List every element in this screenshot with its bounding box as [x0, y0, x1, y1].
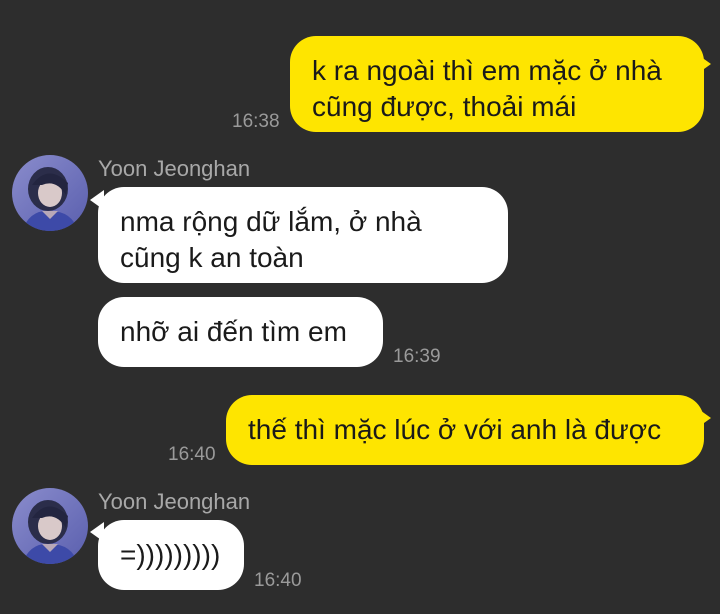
message-text-line: =)))))))))	[120, 539, 221, 570]
incoming-message-bubble[interactable]: nhỡ ai đến tìm em	[98, 297, 383, 367]
message-timestamp: 16:40	[254, 570, 302, 591]
avatar[interactable]	[12, 488, 88, 564]
bubble-tail	[697, 408, 711, 428]
sender-name: Yoon Jeonghan	[98, 156, 251, 181]
incoming-message-bubble[interactable]: =)))))))))	[98, 520, 244, 590]
outgoing-message-bubble[interactable]: thế thì mặc lúc ở với anh là được	[226, 395, 704, 465]
profile-photo-avatar-icon	[12, 488, 88, 564]
message-text-line: nma rộng dữ lắm, ở nhà	[120, 206, 422, 237]
message-text-line: nhỡ ai đến tìm em	[120, 316, 347, 347]
message-timestamp: 16:38	[232, 111, 280, 132]
message-text-line: cũng được, thoải mái	[312, 91, 577, 122]
message-text-line: thế thì mặc lúc ở với anh là được	[248, 414, 662, 445]
message-timestamp: 16:40	[168, 444, 216, 465]
chat-thread: 16:38 k ra ngoài thì em mặc ở nhà cũng đ…	[0, 0, 720, 614]
profile-photo-avatar-icon	[12, 155, 88, 231]
incoming-message-bubble[interactable]: nma rộng dữ lắm, ở nhà cũng k an toàn	[98, 187, 508, 283]
avatar[interactable]	[12, 155, 88, 231]
bubble-tail	[697, 54, 711, 74]
message-timestamp: 16:39	[393, 346, 441, 367]
message-text-line: k ra ngoài thì em mặc ở nhà	[312, 55, 662, 86]
outgoing-message-bubble[interactable]: k ra ngoài thì em mặc ở nhà cũng được, t…	[290, 36, 704, 132]
message-text-line: cũng k an toàn	[120, 242, 304, 273]
sender-name: Yoon Jeonghan	[98, 489, 251, 514]
